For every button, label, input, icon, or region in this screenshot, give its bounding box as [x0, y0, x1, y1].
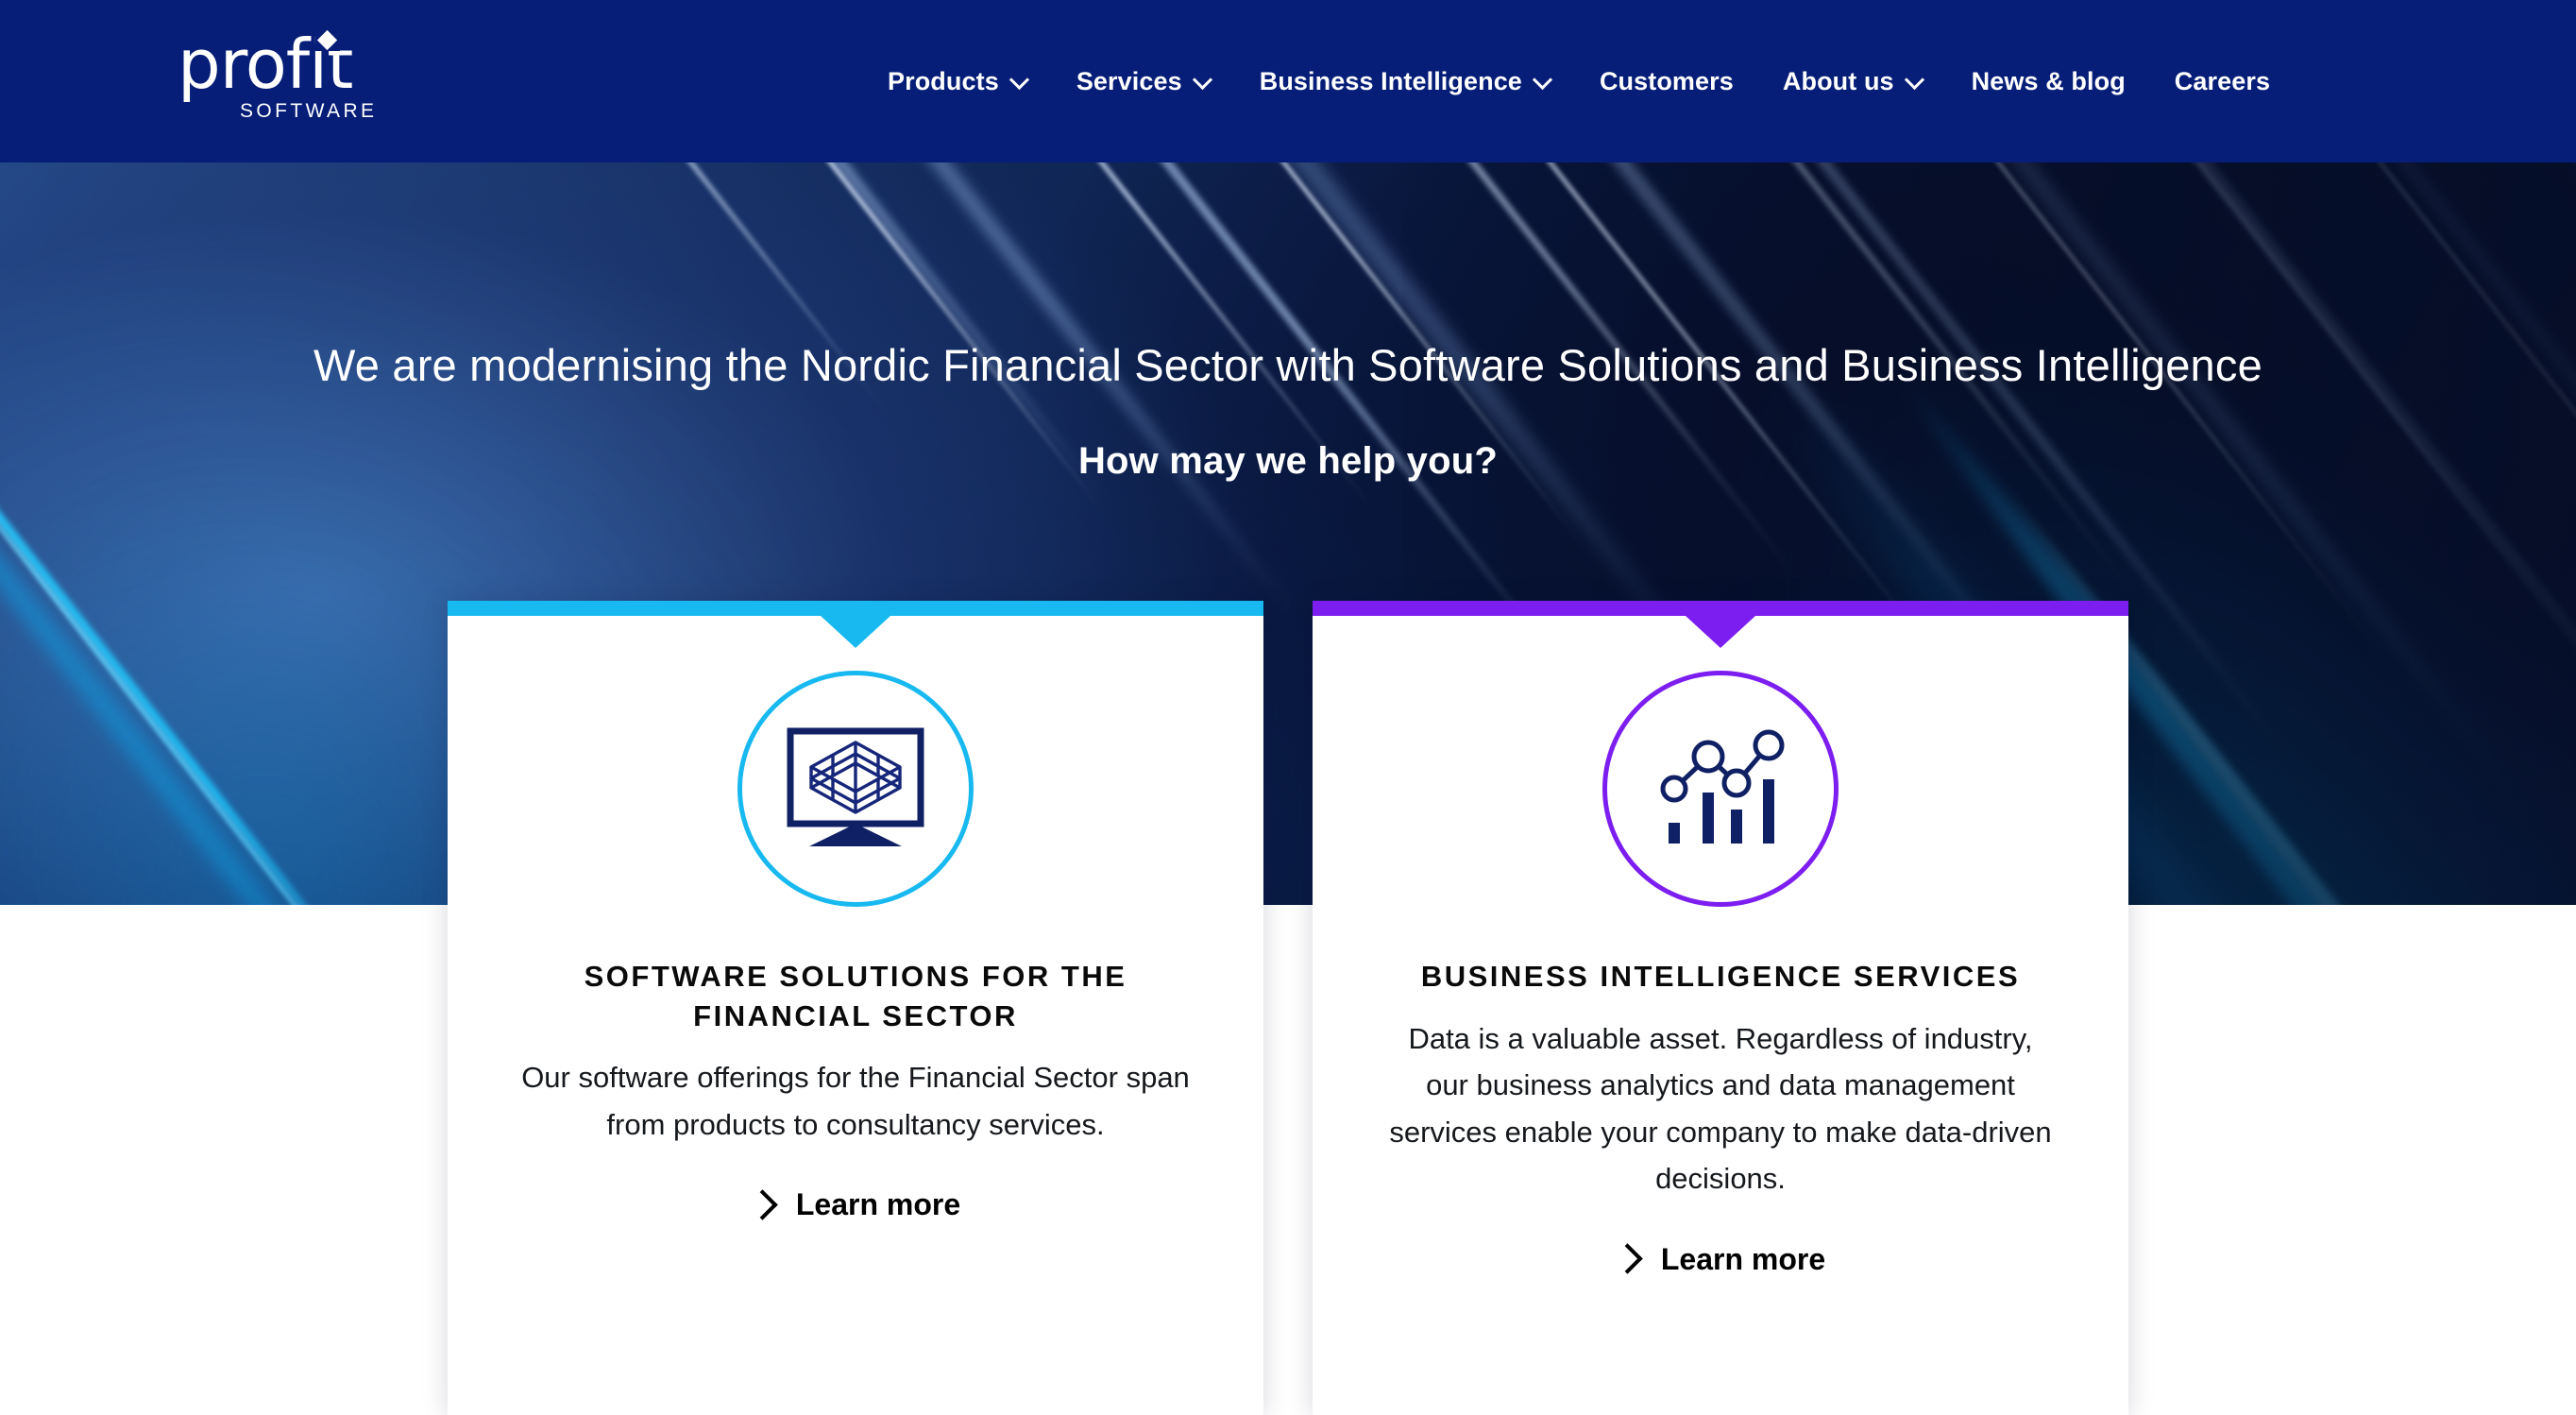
feature-cards: SOFTWARE SOLUTIONS FOR THE FINANCIAL SEC… — [448, 601, 2128, 1415]
logo-wordmark: profit — [178, 25, 353, 104]
analytics-chart-icon — [1602, 671, 1839, 907]
card-body-text: Data is a valuable asset. Regardless of … — [1389, 1021, 2052, 1196]
site-header: profit SOFTWARE Products Services Busine… — [0, 0, 2576, 162]
nav-label: About us — [1782, 66, 1894, 95]
nav-label: Customers — [1599, 66, 1734, 95]
card-title: BUSINESS INTELLIGENCE SERVICES — [1420, 960, 2021, 993]
learn-more-label: Learn more — [795, 1187, 961, 1222]
card-accent-bar — [1313, 601, 2128, 648]
card-software-solutions[interactable]: SOFTWARE SOLUTIONS FOR THE FINANCIAL SEC… — [448, 601, 1263, 1415]
site-logo[interactable]: profit SOFTWARE — [178, 25, 395, 122]
learn-more-link-bi[interactable]: Learn more — [1616, 1242, 1825, 1277]
chevron-down-icon — [1011, 72, 1027, 88]
main-navigation: Products Services Business Intelligence … — [888, 0, 2270, 162]
chevron-right-icon — [1616, 1242, 1636, 1276]
nav-item-news-blog[interactable]: News & blog — [1972, 60, 2126, 104]
chevron-down-icon — [1907, 72, 1923, 88]
nav-label: Services — [1076, 66, 1182, 95]
learn-more-label: Learn more — [1660, 1241, 1826, 1276]
card-notch-triangle — [1686, 616, 1755, 648]
nav-label: Products — [888, 66, 999, 95]
card-business-intelligence[interactable]: BUSINESS INTELLIGENCE SERVICES Data is a… — [1313, 601, 2128, 1415]
nav-label: Business Intelligence — [1259, 66, 1522, 95]
monitor-cube-icon — [737, 671, 974, 907]
nav-item-business-intelligence[interactable]: Business Intelligence — [1260, 60, 1551, 104]
card-body-text: Our software offerings for the Financial… — [521, 1061, 1190, 1141]
chevron-down-icon — [1195, 72, 1211, 88]
learn-more-link-software[interactable]: Learn more — [751, 1187, 960, 1222]
nav-item-careers[interactable]: Careers — [2175, 60, 2270, 104]
nav-item-customers[interactable]: Customers — [1600, 60, 1734, 104]
page-root: profit SOFTWARE Products Services Busine… — [0, 0, 2576, 1415]
card-title: SOFTWARE SOLUTIONS FOR THE FINANCIAL SEC… — [584, 960, 1127, 1032]
card-accent-bar — [448, 601, 1263, 648]
card-notch-triangle — [821, 616, 890, 648]
nav-label: Careers — [2174, 66, 2271, 95]
nav-label: News & blog — [1971, 66, 2126, 95]
nav-item-about-us[interactable]: About us — [1783, 60, 1923, 104]
nav-item-services[interactable]: Services — [1076, 60, 1211, 104]
chevron-right-icon — [751, 1188, 771, 1222]
chevron-down-icon — [1534, 72, 1551, 88]
nav-item-products[interactable]: Products — [888, 60, 1027, 104]
